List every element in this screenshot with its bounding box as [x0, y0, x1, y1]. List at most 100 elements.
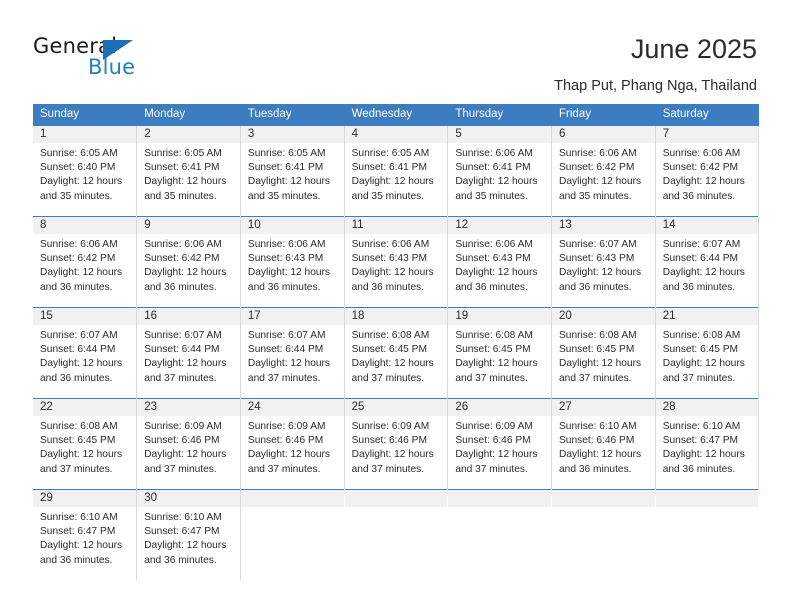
day-number: 28	[655, 399, 758, 416]
day-cell[interactable]: 5 Sunrise: 6:06 AM Sunset: 6:41 PM Dayli…	[447, 125, 553, 217]
daylight-text-line1: Daylight: 12 hours	[455, 449, 538, 461]
day-cell[interactable]: 11 Sunrise: 6:06 AM Sunset: 6:43 PM Dayl…	[344, 216, 449, 308]
day-number	[655, 490, 758, 507]
daylight-text-line2: and 37 minutes.	[455, 463, 528, 475]
day-cell[interactable]: 24 Sunrise: 6:09 AM Sunset: 6:46 PM Dayl…	[240, 398, 345, 490]
day-details: Sunrise: 6:07 AM Sunset: 6:44 PM Dayligh…	[241, 325, 343, 386]
daylight-text-line2: and 36 minutes.	[247, 281, 321, 293]
day-cell[interactable]: 3 Sunrise: 6:05 AM Sunset: 6:41 PM Dayli…	[240, 125, 345, 217]
day-cell[interactable]: 1 Sunrise: 6:05 AM Sunset: 6:40 PM Dayli…	[33, 125, 138, 217]
day-cell[interactable]: 30 Sunrise: 6:10 AM Sunset: 6:47 PM Dayl…	[136, 489, 241, 580]
day-cell[interactable]: 20 Sunrise: 6:08 AM Sunset: 6:45 PM Dayl…	[551, 307, 656, 399]
daylight-text-line2: and 35 minutes.	[351, 190, 425, 202]
sunrise-text: Sunrise: 6:05 AM	[40, 148, 118, 159]
sunrise-text: Sunrise: 6:05 AM	[144, 148, 222, 159]
logo[interactable]: General Blue	[33, 34, 183, 84]
day-cell[interactable]: 6 Sunrise: 6:06 AM Sunset: 6:42 PM Dayli…	[551, 125, 656, 217]
daylight-text-line2: and 35 minutes.	[247, 190, 321, 202]
day-number: 10	[240, 217, 344, 234]
day-number: 3	[240, 126, 344, 143]
sunset-text: Sunset: 6:44 PM	[662, 253, 739, 265]
week-row: 22 Sunrise: 6:08 AM Sunset: 6:45 PM Dayl…	[33, 398, 760, 490]
day-cell[interactable]: 25 Sunrise: 6:09 AM Sunset: 6:46 PM Dayl…	[344, 398, 449, 490]
day-cell[interactable]: 16 Sunrise: 6:07 AM Sunset: 6:44 PM Dayl…	[136, 307, 241, 399]
day-cell[interactable]: 18 Sunrise: 6:08 AM Sunset: 6:45 PM Dayl…	[344, 307, 449, 399]
weekday-header-row: Sunday Monday Tuesday Wednesday Thursday…	[33, 104, 760, 126]
sunset-text: Sunset: 6:42 PM	[662, 162, 739, 174]
day-cell[interactable]: 26 Sunrise: 6:09 AM Sunset: 6:46 PM Dayl…	[447, 398, 553, 490]
day-cell[interactable]: 4 Sunrise: 6:05 AM Sunset: 6:41 PM Dayli…	[344, 125, 449, 217]
sunrise-text: Sunrise: 6:10 AM	[559, 421, 637, 432]
weekday-header-friday: Friday	[551, 104, 656, 126]
day-number: 26	[448, 399, 551, 416]
day-cell[interactable]: 19 Sunrise: 6:08 AM Sunset: 6:45 PM Dayl…	[447, 307, 553, 399]
week-row: 29 Sunrise: 6:10 AM Sunset: 6:47 PM Dayl…	[33, 489, 759, 580]
sunset-text: Sunset: 6:43 PM	[247, 253, 324, 265]
daylight-text-line2: and 37 minutes.	[144, 463, 217, 475]
day-cell[interactable]: 21 Sunrise: 6:08 AM Sunset: 6:45 PM Dayl…	[655, 307, 760, 399]
daylight-text-line1: Daylight: 12 hours	[247, 267, 331, 279]
sunrise-text: Sunrise: 6:07 AM	[40, 330, 118, 341]
day-cell[interactable]: 12 Sunrise: 6:06 AM Sunset: 6:43 PM Dayl…	[447, 216, 553, 308]
day-cell[interactable]: 15 Sunrise: 6:07 AM Sunset: 6:44 PM Dayl…	[33, 307, 138, 399]
sunset-text: Sunset: 6:47 PM	[40, 526, 116, 538]
daylight-text-line1: Daylight: 12 hours	[144, 358, 227, 370]
day-cell[interactable]: 29 Sunrise: 6:10 AM Sunset: 6:47 PM Dayl…	[33, 489, 138, 580]
day-cell[interactable]: 14 Sunrise: 6:07 AM Sunset: 6:44 PM Dayl…	[655, 216, 760, 308]
sunrise-text: Sunrise: 6:09 AM	[351, 421, 430, 432]
day-details: Sunrise: 6:06 AM Sunset: 6:43 PM Dayligh…	[345, 234, 447, 295]
daylight-text-line1: Daylight: 12 hours	[455, 267, 538, 279]
day-details: Sunrise: 6:09 AM Sunset: 6:46 PM Dayligh…	[137, 416, 239, 477]
sunrise-text: Sunrise: 6:08 AM	[662, 330, 741, 341]
sunrise-text: Sunrise: 6:10 AM	[40, 512, 118, 523]
daylight-text-line2: and 36 minutes.	[662, 190, 736, 202]
daylight-text-line1: Daylight: 12 hours	[455, 176, 538, 188]
day-number: 27	[552, 399, 655, 416]
day-details: Sunrise: 6:08 AM Sunset: 6:45 PM Dayligh…	[33, 416, 136, 477]
day-cell[interactable]: 7 Sunrise: 6:06 AM Sunset: 6:42 PM Dayli…	[655, 125, 760, 217]
day-cell[interactable]: 22 Sunrise: 6:08 AM Sunset: 6:45 PM Dayl…	[33, 398, 138, 490]
day-cell[interactable]: 28 Sunrise: 6:10 AM Sunset: 6:47 PM Dayl…	[655, 398, 760, 490]
day-number: 20	[552, 308, 655, 325]
sunset-text: Sunset: 6:40 PM	[40, 162, 116, 174]
daylight-text-line1: Daylight: 12 hours	[559, 449, 642, 461]
sunrise-text: Sunrise: 6:09 AM	[144, 421, 222, 432]
day-details: Sunrise: 6:08 AM Sunset: 6:45 PM Dayligh…	[656, 325, 758, 386]
day-number: 25	[344, 399, 447, 416]
daylight-text-line2: and 36 minutes.	[559, 281, 632, 293]
daylight-text-line2: and 36 minutes.	[559, 463, 632, 475]
day-cell[interactable]: 23 Sunrise: 6:09 AM Sunset: 6:46 PM Dayl…	[136, 398, 241, 490]
daylight-text-line1: Daylight: 12 hours	[662, 449, 745, 461]
daylight-text-line2: and 36 minutes.	[144, 281, 217, 293]
sunset-text: Sunset: 6:43 PM	[351, 253, 427, 265]
sunset-text: Sunset: 6:41 PM	[351, 162, 427, 174]
daylight-text-line2: and 35 minutes.	[559, 190, 632, 202]
sunrise-text: Sunrise: 6:10 AM	[662, 421, 741, 432]
day-cell[interactable]: 13 Sunrise: 6:07 AM Sunset: 6:43 PM Dayl…	[551, 216, 656, 308]
sunrise-text: Sunrise: 6:06 AM	[559, 148, 637, 159]
sunset-text: Sunset: 6:47 PM	[662, 435, 739, 447]
page-header: General Blue June 2025 Thap Put, Phang N…	[0, 0, 792, 100]
weekday-header-tuesday: Tuesday	[240, 104, 345, 126]
sunset-text: Sunset: 6:46 PM	[144, 435, 220, 447]
sunrise-text: Sunrise: 6:08 AM	[455, 330, 533, 341]
day-details: Sunrise: 6:06 AM Sunset: 6:42 PM Dayligh…	[33, 234, 136, 295]
day-number: 7	[655, 126, 758, 143]
sunrise-text: Sunrise: 6:05 AM	[351, 148, 430, 159]
day-details: Sunrise: 6:10 AM Sunset: 6:47 PM Dayligh…	[656, 416, 758, 477]
day-cell[interactable]: 8 Sunrise: 6:06 AM Sunset: 6:42 PM Dayli…	[33, 216, 138, 308]
day-cell[interactable]: 9 Sunrise: 6:06 AM Sunset: 6:42 PM Dayli…	[136, 216, 241, 308]
sunrise-text: Sunrise: 6:05 AM	[247, 148, 326, 159]
day-number: 23	[137, 399, 240, 416]
sunset-text: Sunset: 6:46 PM	[455, 435, 531, 447]
day-cell[interactable]: 17 Sunrise: 6:07 AM Sunset: 6:44 PM Dayl…	[240, 307, 345, 399]
daylight-text-line1: Daylight: 12 hours	[40, 449, 123, 461]
day-details: Sunrise: 6:07 AM Sunset: 6:44 PM Dayligh…	[33, 325, 136, 386]
day-cell[interactable]: 27 Sunrise: 6:10 AM Sunset: 6:46 PM Dayl…	[551, 398, 656, 490]
day-number: 19	[448, 308, 551, 325]
day-cell[interactable]: 2 Sunrise: 6:05 AM Sunset: 6:41 PM Dayli…	[136, 125, 241, 217]
day-number: 11	[344, 217, 447, 234]
sunset-text: Sunset: 6:45 PM	[40, 435, 116, 447]
day-details: Sunrise: 6:07 AM Sunset: 6:43 PM Dayligh…	[552, 234, 654, 295]
day-cell[interactable]: 10 Sunrise: 6:06 AM Sunset: 6:43 PM Dayl…	[240, 216, 345, 308]
